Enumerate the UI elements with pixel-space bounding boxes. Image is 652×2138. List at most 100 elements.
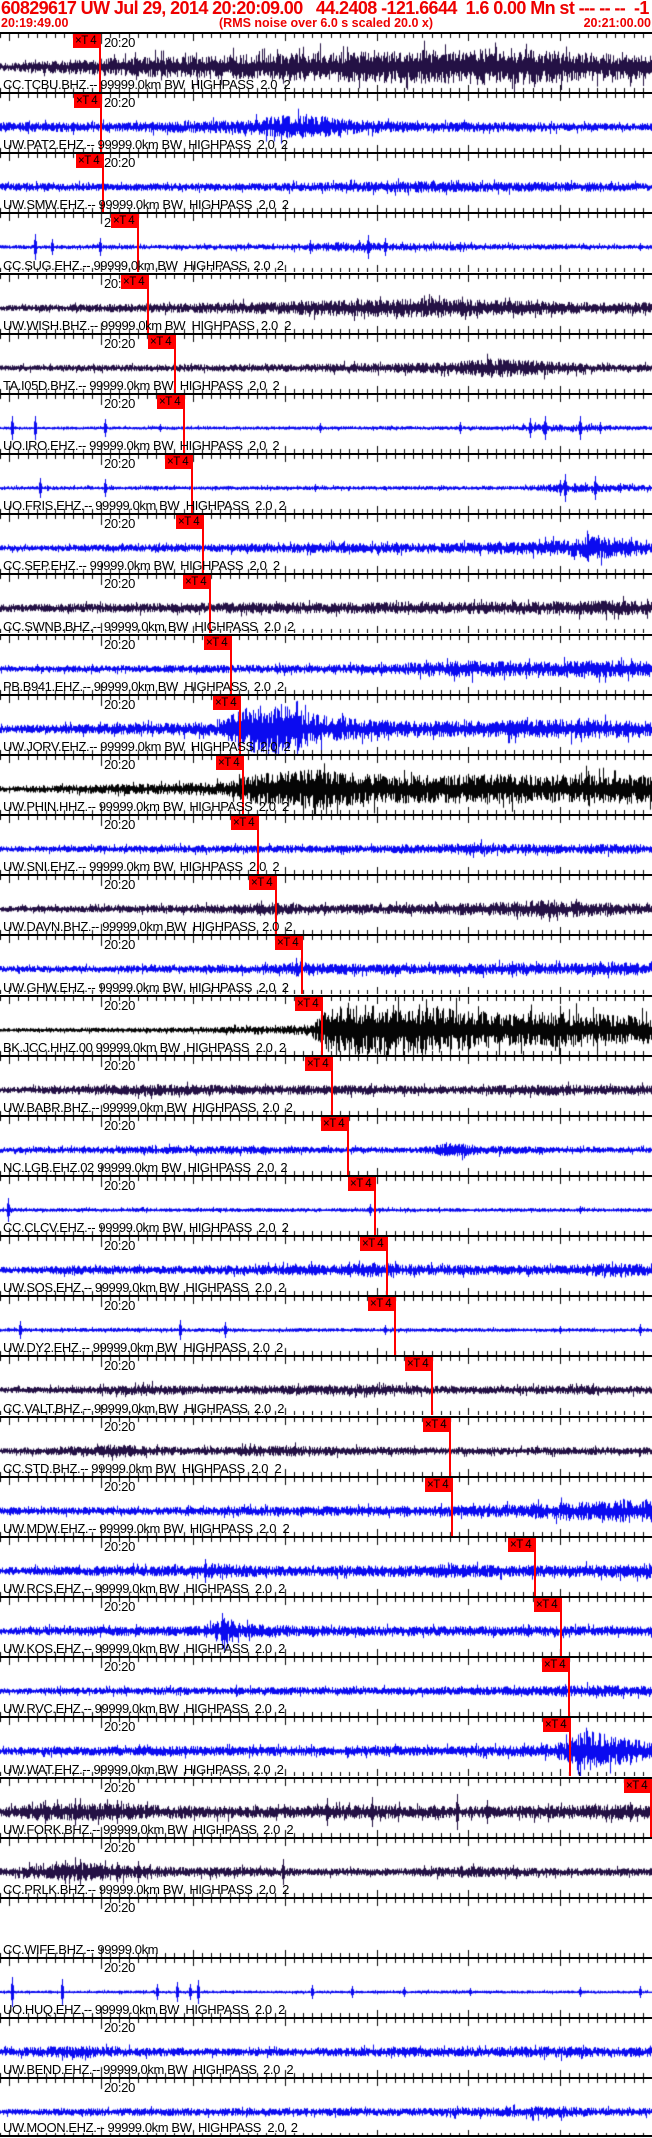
station-channel-label: CC.WIFE.BHZ.-- 99999.0km [3, 1942, 159, 1957]
pick-flag[interactable]: ×T 4 [111, 214, 138, 229]
pick-flag[interactable]: ×T 4 [295, 996, 322, 1011]
pick-flag[interactable]: ×T 4 [216, 755, 243, 770]
event-header: 60829617 UW Jul 29, 2014 20:20:09.00 44.… [0, 0, 652, 32]
pick-flag[interactable]: ×T 4 [176, 515, 203, 530]
trace-panel: 20:20 UO.HUQ.EHZ.-- 99999.0km BW HIGHPASS… [0, 1957, 652, 2018]
station-channel-label: UW.RCS.EHZ.-- 99999.0km BW HIGHPASS 2.0 … [3, 1581, 285, 1597]
trace-panel: 20:20 ×T 4 UW.WAT.EHZ.-- 99999.0km BW HIGH… [0, 1716, 652, 1777]
trace-panel: 20:20 ×T 4 CC.SWNB.BHZ.-- 99999.0km BW HIG… [0, 573, 652, 634]
pick-flag[interactable]: ×T 4 [305, 1056, 332, 1071]
trace-panel: 20:20 ×T 4 UW.WISH.BHZ.-- 99999.0km BW HIG… [0, 272, 652, 333]
pick-flag[interactable]: ×T 4 [543, 1718, 570, 1733]
minute-label: 20:20 [104, 696, 136, 712]
trace-panel: 20:20 ×T 4 CC.SEP.EHZ.-- 99999.0km BW HIGH… [0, 513, 652, 574]
trace-panel: 20:20 ×T 4 NC.LGB.EHZ.02 99999.0km BW HIGH… [0, 1114, 652, 1175]
trace-panel: 20:20 ×T 4 UW.PHIN.HHZ.-- 99999.0km BW HIG… [0, 753, 652, 815]
station-channel-label: NC.LGB.EHZ.02 99999.0km BW HIGHPASS 2.0 … [3, 1159, 288, 1175]
station-channel-label: UW.GHW.EHZ.-- 99999.0km BW HIGHPASS 2.0 … [3, 979, 289, 995]
trace-panel: 20:20 ×T 4 UO.FRIS.EHZ.-- 99999.0km BW HIG… [0, 453, 652, 514]
seismic-waveform-viewer: 60829617 UW Jul 29, 2014 20:20:09.00 44.… [0, 0, 652, 2138]
pick-flag[interactable]: ×T 4 [183, 575, 210, 590]
trace-panel: 20:20 ×T 4 CC.STD.BHZ.-- 99999.0km BW HIGH… [0, 1415, 652, 1476]
station-channel-label: UW.BABR.BHZ.-- 99999.0km BW HIGHPASS 2.0… [3, 1099, 293, 1115]
station-channel-label: UW.MDW.EHZ.-- 99999.0km BW HIGHPASS 2.0 … [3, 1520, 290, 1536]
pick-flag[interactable]: ×T 4 [121, 274, 148, 289]
pick-flag[interactable]: ×T 4 [249, 876, 276, 891]
trace-panel: 20:20 ×T 4 UW.GHW.EHZ.-- 99999.0km BW HIGH… [0, 934, 652, 995]
trace-panel: 20:20 ×T 4 TA.I05D.BHZ.-- 99999.0km BW HIG… [0, 332, 652, 393]
minute-label: 20:20 [104, 1298, 136, 1314]
minute-label: 20:20 [104, 1418, 136, 1434]
trace-panel: 20:20 ×T 4 UW.RVC.EHZ.-- 99999.0km BW HIGH… [0, 1656, 652, 1717]
pick-flag[interactable]: ×T 4 [231, 816, 258, 831]
pick-flag[interactable]: ×T 4 [157, 394, 184, 409]
trace-panel: 20:20×T 4CC.SUG.EHZ.-- 99999.0km BW HIGH… [0, 212, 652, 273]
station-channel-label: CC.SUG.EHZ.-- 99999.0km BW HIGHPASS 2.0 … [3, 257, 284, 273]
pick-flag[interactable]: ×T 4 [360, 1237, 387, 1252]
station-channel-label: CC.SWNB.BHZ.-- 99999.0km BW HIGHPASS 2.0… [3, 618, 294, 634]
trace-panel: 20:20 ×T 4 UW.JORV.EHZ.-- 99999.0km BW HIG… [0, 693, 652, 754]
pick-flag[interactable]: ×T 4 [165, 455, 192, 470]
trace-panel: 20:20 CC.WIFE.BHZ.-- 99999.0km [0, 1896, 652, 1957]
minute-label: 20:20 [104, 155, 136, 171]
station-channel-label: TA.I05D.BHZ.-- 99999.0km BW HIGHPASS 2.0… [3, 377, 280, 393]
minute-label: 20:20 [104, 576, 136, 592]
station-channel-label: UW.DY2.EHZ.-- 99999.0km BW HIGHPASS 2.0 … [3, 1340, 283, 1356]
trace-panel: 20:20 ×T 4 UW.FORK.BHZ.-- 99999.0km BW HIG… [0, 1776, 652, 1837]
trace-panel: 20:20 ×T 4 PB.B941.EHZ.-- 99999.0km BW HIG… [0, 633, 652, 694]
pick-flag[interactable]: ×T 4 [321, 1116, 348, 1131]
rms-scaling-note: (RMS noise over 6.0 s scaled 20.0 x) [219, 16, 433, 30]
minute-label: 20:20 [104, 1899, 136, 1915]
pick-flag[interactable]: ×T 4 [368, 1297, 395, 1312]
pick-flag[interactable]: ×T 4 [213, 695, 240, 710]
minute-label: 20:20 [104, 1599, 136, 1615]
trace-panel: 20:20 ×T 4 UW.DAVN.BHZ.-- 99999.0km BW HIG… [0, 874, 652, 935]
trace-panel: 20:20 ×T 4 UW.SOS.EHZ.-- 99999.0km BW HIGH… [0, 1235, 652, 1296]
pick-flag[interactable]: ×T 4 [148, 334, 175, 349]
pick-flag[interactable]: ×T 4 [76, 154, 103, 169]
minute-label: 20:20 [104, 997, 136, 1013]
trace-panel: 20:20 ×T 4 UW.DY2.EHZ.-- 99999.0km BW HIGH… [0, 1295, 652, 1356]
pick-flag[interactable]: ×T 4 [425, 1477, 452, 1492]
station-channel-label: BK.JCC.HHZ.00 99999.0km BW HIGHPASS 2.0 … [3, 1039, 286, 1055]
pick-flag[interactable]: ×T 4 [74, 94, 101, 109]
station-channel-label: UW.KOS.EHZ.-- 99999.0km BW HIGHPASS 2.0 … [3, 1641, 285, 1657]
trace-panel: 20:20 ×T 4 UW.PAT2.EHZ.-- 99999.0km BW HIG… [0, 92, 652, 153]
pick-flag[interactable]: ×T 4 [204, 635, 231, 650]
trace-panel: 20:20 ×T 4 UO.IRO.EHZ.-- 99999.0km BW HIGH… [0, 392, 652, 454]
station-channel-label: UO.IRO.EHZ.-- 99999.0km BW HIGHPASS 2.0 … [3, 438, 280, 454]
station-channel-label: UW.PAT2.EHZ.-- 99999.0km BW HIGHPASS 2.0… [3, 137, 288, 153]
station-channel-label: UW.WAT.EHZ.-- 99999.0km BW HIGHPASS 2.0 … [3, 1761, 284, 1777]
station-channel-label: CC.CLCV.EHZ.-- 99999.0km BW HIGHPASS 2.0… [3, 1220, 289, 1236]
minute-label: 20:20 [104, 636, 136, 652]
pick-flag[interactable]: ×T 4 [405, 1357, 432, 1372]
trace-panel: 20:20 ×T 4 CC.TCBU.BHZ.-- 99999.0km BW HIG… [0, 32, 652, 93]
pick-flag[interactable]: ×T 4 [508, 1537, 535, 1552]
trace-panel: 20:20 UW.BEND.EHZ.-- 99999.0km BW HIGHPAS… [0, 2017, 652, 2078]
minute-label: 20:20 [104, 2080, 136, 2096]
minute-label: 20:20 [104, 1057, 136, 1073]
trace-panel: 20:20 ×T 4 UW.BABR.BHZ.-- 99999.0km BW HIG… [0, 1054, 652, 1115]
trace-panel: 20:20 UW.MOON.EHZ.-- 99999.0km BW HIGHPAS… [0, 2077, 652, 2138]
pick-flag[interactable]: ×T 4 [348, 1176, 375, 1191]
trace-panel: 20:20 ×T 4 UW.SNI.EHZ.-- 99999.0km BW HIGH… [0, 814, 652, 875]
trace-panel: 20:20 ×T 4 CC.CLCV.EHZ.-- 99999.0km BW HIG… [0, 1174, 652, 1236]
minute-label: 20:20 [104, 756, 136, 772]
minute-label: 20:20 [104, 817, 136, 833]
minute-label: 20:20 [104, 1117, 136, 1133]
minute-label: 20:20 [104, 456, 136, 472]
minute-label: 20:20 [104, 1238, 136, 1254]
minute-label: 20:20 [104, 937, 136, 953]
station-channel-label: UW.WISH.BHZ.-- 99999.0km BW HIGHPASS 2.0… [3, 317, 292, 333]
station-channel-label: UW.RVC.EHZ.-- 99999.0km BW HIGHPASS 2.0 … [3, 1701, 285, 1717]
station-channel-label: UW.BEND.EHZ.-- 99999.0km BW HIGHPASS 2.0… [3, 2062, 294, 2078]
pick-flag[interactable]: ×T 4 [423, 1417, 450, 1432]
trace-panel: 20:20 ×T 4 UW.KOS.EHZ.-- 99999.0km BW HIGH… [0, 1596, 652, 1657]
minute-label: 20:20 [104, 1719, 136, 1735]
pick-flag[interactable]: ×T 4 [542, 1658, 569, 1673]
pick-flag[interactable]: ×T 4 [534, 1598, 561, 1613]
pick-flag[interactable]: ×T 4 [275, 936, 302, 951]
pick-flag[interactable]: ×T 4 [73, 34, 100, 48]
pick-flag[interactable]: ×T 4 [624, 1778, 651, 1793]
minute-label: 20:20 [104, 1478, 136, 1494]
